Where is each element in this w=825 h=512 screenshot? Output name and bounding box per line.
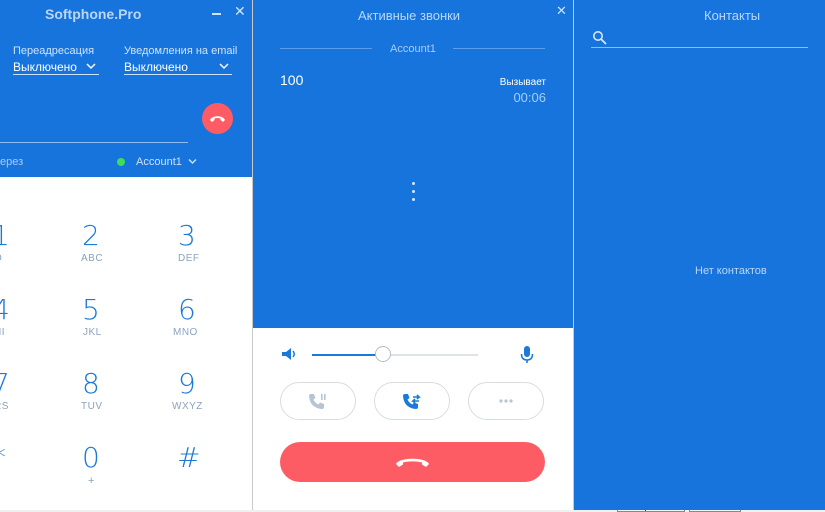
volume-slider-fill: [312, 354, 383, 356]
key-digit: #: [177, 441, 201, 474]
transfer-button[interactable]: [374, 382, 450, 420]
key-digit: 3: [178, 219, 196, 252]
via-label: ерез: [0, 156, 24, 168]
key-letters: ABC: [81, 253, 104, 264]
chevron-down-icon[interactable]: [86, 62, 96, 70]
phone-hangup-icon: [210, 116, 225, 122]
forwarding-underline: [13, 74, 99, 75]
account-header: Account1: [390, 43, 436, 55]
key-letters: O: [0, 253, 2, 264]
key-letters: HI: [0, 327, 5, 338]
dialer-header: Softphone.Pro ✕ Переадресация Выключено …: [0, 0, 252, 177]
key-digit: 2: [82, 219, 100, 252]
contacts-panel: Контакты Нет контактов: [574, 0, 825, 510]
email-label: Уведомления на email: [124, 45, 238, 57]
active-calls-header: Активные звонки ✕ Account1 100 Вызывает …: [253, 0, 573, 328]
phone-transfer-icon: [403, 394, 421, 409]
key-letters: TUV: [81, 401, 103, 412]
key-letters: WXYZ: [172, 401, 203, 412]
key-digit: *: [0, 441, 6, 474]
speaker-icon[interactable]: [280, 345, 298, 363]
number-input-underline[interactable]: [0, 142, 188, 143]
empty-contacts-text: Нет контактов: [695, 265, 767, 277]
app-title: Softphone.Pro: [45, 6, 142, 22]
account-status-dot: [117, 158, 125, 166]
more-button[interactable]: [468, 382, 544, 420]
key-digit: 6: [178, 293, 196, 326]
contacts-title: Контакты: [704, 8, 761, 23]
phone-hangup-icon: [396, 458, 429, 467]
ellipsis-icon: [499, 399, 513, 403]
key-digit: 0: [82, 441, 100, 474]
microphone-icon[interactable]: [519, 345, 535, 365]
key-letters: RS: [0, 401, 9, 412]
call-timer: 00:06: [513, 90, 546, 105]
hold-button[interactable]: [280, 382, 356, 420]
email-underline: [124, 74, 232, 75]
account-divider-right: [453, 48, 545, 49]
phone-hold-icon: [309, 394, 326, 409]
volume-slider-knob[interactable]: [375, 346, 391, 362]
key-letters: +: [88, 475, 95, 487]
chevron-down-icon[interactable]: [219, 62, 229, 70]
call-status: Вызывает: [499, 77, 546, 88]
account-dropdown[interactable]: Account1: [136, 156, 182, 168]
key-digit: 8: [82, 367, 100, 400]
close-icon[interactable]: ✕: [234, 4, 246, 18]
active-calls-panel: Активные звонки ✕ Account1 100 Вызывает …: [253, 0, 573, 510]
key-digit: 9: [178, 367, 196, 400]
key-letters: JKL: [83, 327, 102, 338]
chevron-down-icon[interactable]: [188, 158, 197, 165]
forwarding-label: Переадресация: [13, 45, 95, 57]
active-calls-title: Активные звонки: [358, 8, 461, 23]
volume-slider[interactable]: [312, 346, 478, 362]
key-digit: 1: [0, 219, 10, 252]
key-digit: 7: [0, 367, 10, 400]
account-divider-left: [280, 48, 372, 49]
call-number[interactable]: 100: [280, 72, 303, 88]
dialer-panel: Softphone.Pro ✕ Переадресация Выключено …: [0, 0, 252, 510]
search-icon: [593, 31, 607, 45]
search-underline: [591, 47, 808, 48]
key-letters: DEF: [178, 253, 200, 264]
key-digit: 5: [82, 293, 100, 326]
keypad: 1O 2ABC 3DEF 4HI 5JKL 6MNO 7RS 8TUV 9WXY…: [0, 177, 252, 510]
forwarding-dropdown[interactable]: Выключено: [13, 60, 77, 74]
end-call-button[interactable]: [280, 442, 545, 482]
hangup-button[interactable]: [202, 103, 233, 134]
minimize-icon[interactable]: [212, 13, 221, 15]
key-letters: MNO: [173, 327, 198, 338]
email-dropdown[interactable]: Выключено: [124, 60, 188, 74]
close-icon[interactable]: ✕: [556, 4, 567, 17]
more-options-icon[interactable]: [412, 182, 416, 204]
search-input[interactable]: [610, 30, 808, 46]
key-digit: 4: [0, 293, 10, 326]
